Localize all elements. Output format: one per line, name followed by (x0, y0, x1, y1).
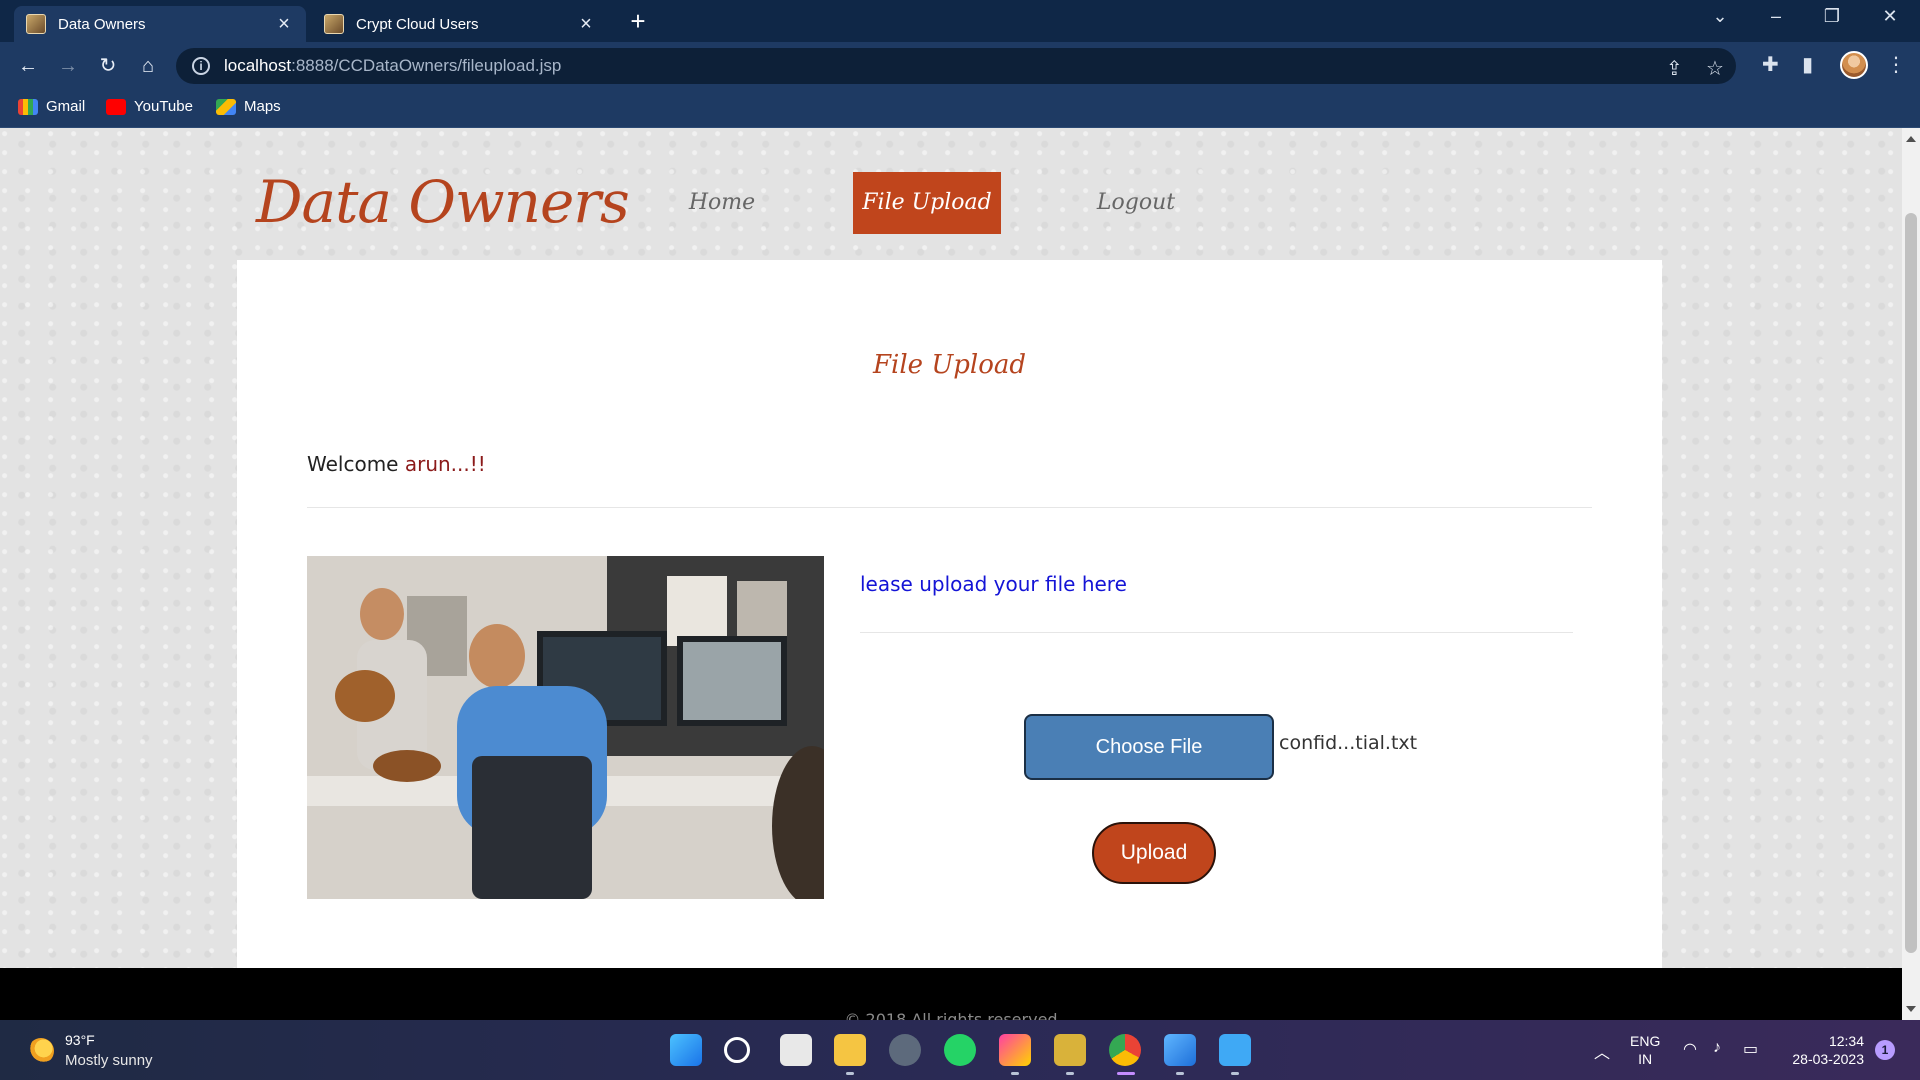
notepad-icon[interactable] (1219, 1034, 1251, 1066)
tab-title: Data Owners (58, 15, 146, 33)
scroll-down-arrow-icon[interactable] (1906, 1006, 1916, 1012)
region-code: IN (1638, 1051, 1653, 1067)
back-arrow-icon[interactable]: ← (14, 52, 42, 80)
clock[interactable]: 12:34 28-03-2023 (1780, 1032, 1864, 1068)
tab-crypt-cloud-users[interactable]: Crypt Cloud Users × (312, 6, 608, 42)
bookmark-label: YouTube (134, 98, 193, 115)
profile-avatar[interactable] (1840, 51, 1868, 79)
divider (860, 632, 1573, 633)
running-indicator (1011, 1072, 1019, 1075)
office-workers-photo (307, 556, 824, 899)
bookmark-gmail[interactable]: Gmail (18, 98, 85, 115)
choose-file-button[interactable]: Choose File (1024, 714, 1274, 780)
language-code: ENG (1630, 1033, 1661, 1049)
welcome-prefix: Welcome (307, 452, 405, 476)
active-indicator (1117, 1072, 1135, 1075)
url-path: :8888/CCDataOwners/fileupload.jsp (291, 56, 562, 75)
tab-data-owners[interactable]: Data Owners × (14, 6, 306, 42)
weather-description[interactable]: Mostly sunny (65, 1052, 153, 1069)
scrollbar-thumb[interactable] (1905, 213, 1917, 953)
running-indicator (1066, 1072, 1074, 1075)
weather-temperature[interactable]: 93°F (65, 1032, 95, 1048)
window-close-icon[interactable]: ✕ (1870, 6, 1910, 27)
page-title: File Upload (873, 350, 1026, 380)
running-indicator (1176, 1072, 1184, 1075)
app-folders-icon[interactable] (1054, 1034, 1086, 1066)
site-favicon-icon (26, 14, 46, 34)
file-explorer-icon[interactable] (834, 1034, 866, 1066)
chrome-icon[interactable] (1109, 1034, 1141, 1066)
reload-icon[interactable]: ↻ (94, 52, 122, 80)
minimize-icon[interactable]: – (1756, 6, 1796, 27)
upload-prompt: lease upload your file here (860, 572, 1127, 596)
maps-icon (216, 98, 236, 115)
battery-icon[interactable]: ▭ (1743, 1039, 1758, 1059)
running-indicator (1231, 1072, 1239, 1075)
os-taskbar: 93°F Mostly sunny ︿ ENG IN ◠ ♪ ▭ 12:34 2… (0, 1020, 1920, 1080)
browser-toolbar: ← → ↻ ⌂ i localhost :8888/CCDataOwners/f… (0, 42, 1920, 90)
wifi-icon[interactable]: ◠ (1683, 1039, 1697, 1059)
clock-time: 12:34 (1828, 1033, 1864, 1049)
bookmark-label: Gmail (46, 98, 86, 115)
running-indicator (846, 1072, 854, 1075)
nav-home[interactable]: Home (672, 172, 772, 234)
settings-gear-icon[interactable] (889, 1034, 921, 1066)
tab-title: Crypt Cloud Users (356, 15, 479, 33)
side-panel-icon[interactable]: ▮ (1802, 52, 1813, 77)
bookmark-label: Maps (244, 98, 281, 115)
language-indicator[interactable]: ENG IN (1630, 1032, 1660, 1068)
search-icon[interactable] (724, 1037, 750, 1063)
notification-badge[interactable]: 1 (1875, 1040, 1895, 1060)
upload-button[interactable]: Upload (1092, 822, 1216, 884)
photos-icon[interactable] (1164, 1034, 1196, 1066)
site-favicon-icon (324, 14, 344, 34)
tray-chevron-up-icon[interactable]: ︿ (1594, 1039, 1610, 1063)
footer-copyright: © 2018 All rights reserved (844, 1010, 1058, 1020)
paint-brush-icon[interactable] (999, 1034, 1031, 1066)
page-footer: © 2018 All rights reserved (0, 968, 1902, 1020)
nav-logout[interactable]: Logout (1086, 172, 1186, 234)
divider (307, 507, 1592, 508)
close-icon[interactable]: × (576, 14, 596, 34)
content-panel: File Upload Welcome arun...!! lease uplo… (237, 260, 1662, 1020)
scroll-up-arrow-icon[interactable] (1906, 136, 1916, 142)
clock-date: 28-03-2023 (1792, 1051, 1864, 1067)
selected-file-name: confid...tial.txt (1279, 732, 1418, 754)
address-bar[interactable]: i localhost :8888/CCDataOwners/fileuploa… (176, 48, 1736, 84)
welcome-username: arun...!! (404, 452, 486, 476)
whatsapp-icon[interactable] (944, 1034, 976, 1066)
bookmarks-bar: Gmail YouTube Maps (0, 90, 1920, 128)
volume-icon[interactable]: ♪ (1713, 1039, 1721, 1057)
gmail-icon (18, 98, 38, 115)
menu-kebab-icon[interactable]: ⋮ (1886, 52, 1906, 77)
task-view-icon[interactable] (780, 1034, 812, 1066)
tab-search-chevron-icon[interactable]: ⌄ (1700, 6, 1740, 27)
browser-tab-strip: Data Owners × Crypt Cloud Users × + ⌄ – … (0, 0, 1920, 42)
extensions-puzzle-icon[interactable]: ✚ (1762, 52, 1779, 77)
page-scrollbar[interactable] (1902, 128, 1920, 1020)
share-icon[interactable]: ⇪ (1666, 56, 1683, 81)
forward-arrow-icon[interactable]: → (54, 52, 82, 80)
page-viewport: Data Owners Home File Upload Logout File… (0, 128, 1902, 1020)
bookmark-star-icon[interactable]: ☆ (1706, 56, 1724, 81)
youtube-icon (106, 98, 126, 115)
site-info-icon[interactable]: i (192, 57, 210, 75)
url-host: localhost (224, 56, 292, 75)
close-icon[interactable]: × (274, 14, 294, 34)
new-tab-plus-icon[interactable]: + (624, 8, 652, 34)
weather-sun-icon[interactable] (28, 1038, 54, 1064)
windows-start-icon[interactable] (670, 1034, 702, 1066)
site-logo[interactable]: Data Owners (256, 168, 630, 236)
bookmark-youtube[interactable]: YouTube (106, 98, 193, 115)
nav-file-upload[interactable]: File Upload (853, 172, 1001, 234)
restore-icon[interactable]: ❐ (1812, 6, 1852, 27)
home-icon[interactable]: ⌂ (134, 52, 162, 80)
welcome-message: Welcome arun...!! (307, 452, 486, 476)
bookmark-maps[interactable]: Maps (216, 98, 281, 115)
